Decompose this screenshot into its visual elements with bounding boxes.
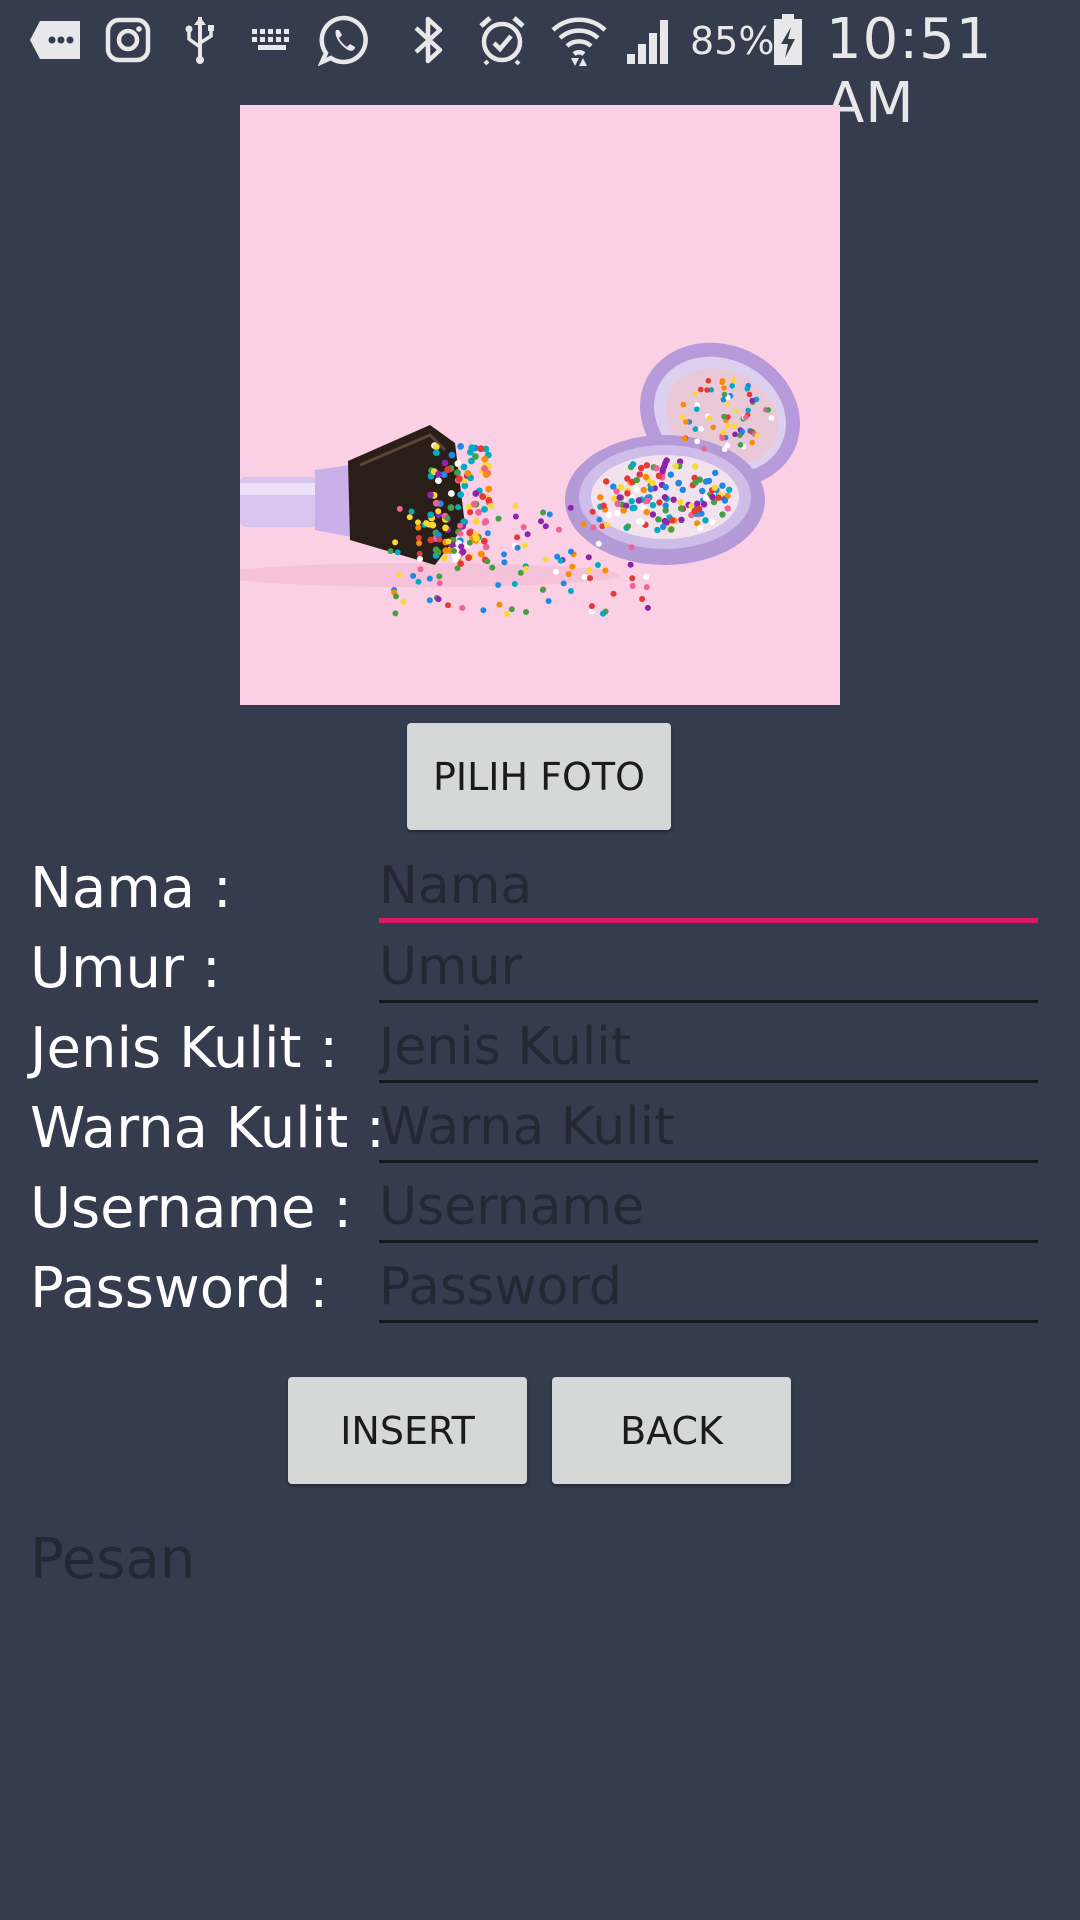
pick-photo-button[interactable]: PILIH FOTO bbox=[407, 723, 671, 830]
makeup-brush-sprinkles-image bbox=[240, 105, 840, 705]
battery-charging-icon bbox=[772, 12, 804, 68]
form-row-jenis-kulit: Jenis Kulit : bbox=[0, 1009, 1080, 1089]
wifi-icon bbox=[549, 12, 609, 68]
bluetooth-icon bbox=[410, 12, 448, 68]
password-input[interactable] bbox=[379, 1253, 1038, 1323]
profile-photo bbox=[240, 105, 840, 705]
form-row-nama: Nama : bbox=[0, 849, 1080, 929]
password-label: Password : bbox=[30, 1256, 329, 1321]
message-text: Pesan bbox=[30, 1527, 196, 1592]
signal-icon bbox=[625, 12, 675, 68]
clock: 10:51 AM bbox=[826, 7, 993, 136]
jenis-kulit-input[interactable] bbox=[379, 1013, 1038, 1083]
warna-kulit-label: Warna Kulit : bbox=[30, 1096, 385, 1161]
insert-button[interactable]: INSERT bbox=[288, 1377, 527, 1484]
form-row-umur: Umur : bbox=[0, 929, 1080, 1009]
umur-input[interactable] bbox=[379, 933, 1038, 1003]
warna-kulit-input[interactable] bbox=[379, 1093, 1038, 1163]
username-input[interactable] bbox=[379, 1173, 1038, 1243]
instagram-icon bbox=[105, 12, 151, 68]
alarm-icon bbox=[477, 12, 527, 68]
message-icon bbox=[28, 12, 84, 68]
nama-label: Nama : bbox=[30, 856, 232, 921]
form-row-warna-kulit: Warna Kulit : bbox=[0, 1089, 1080, 1169]
battery-percent: 85% bbox=[690, 19, 775, 63]
status-bar: 85% 10:51 AM bbox=[0, 0, 1080, 136]
username-label: Username : bbox=[30, 1176, 353, 1241]
form-row-password: Password : bbox=[0, 1249, 1080, 1329]
back-button[interactable]: BACK bbox=[552, 1377, 791, 1484]
umur-label: Umur : bbox=[30, 936, 221, 1001]
form-row-username: Username : bbox=[0, 1169, 1080, 1249]
keyboard-icon bbox=[250, 12, 294, 68]
nama-input[interactable] bbox=[379, 853, 1038, 923]
usb-icon bbox=[182, 12, 218, 68]
whatsapp-icon bbox=[318, 12, 370, 68]
jenis-kulit-label: Jenis Kulit : bbox=[30, 1016, 339, 1081]
